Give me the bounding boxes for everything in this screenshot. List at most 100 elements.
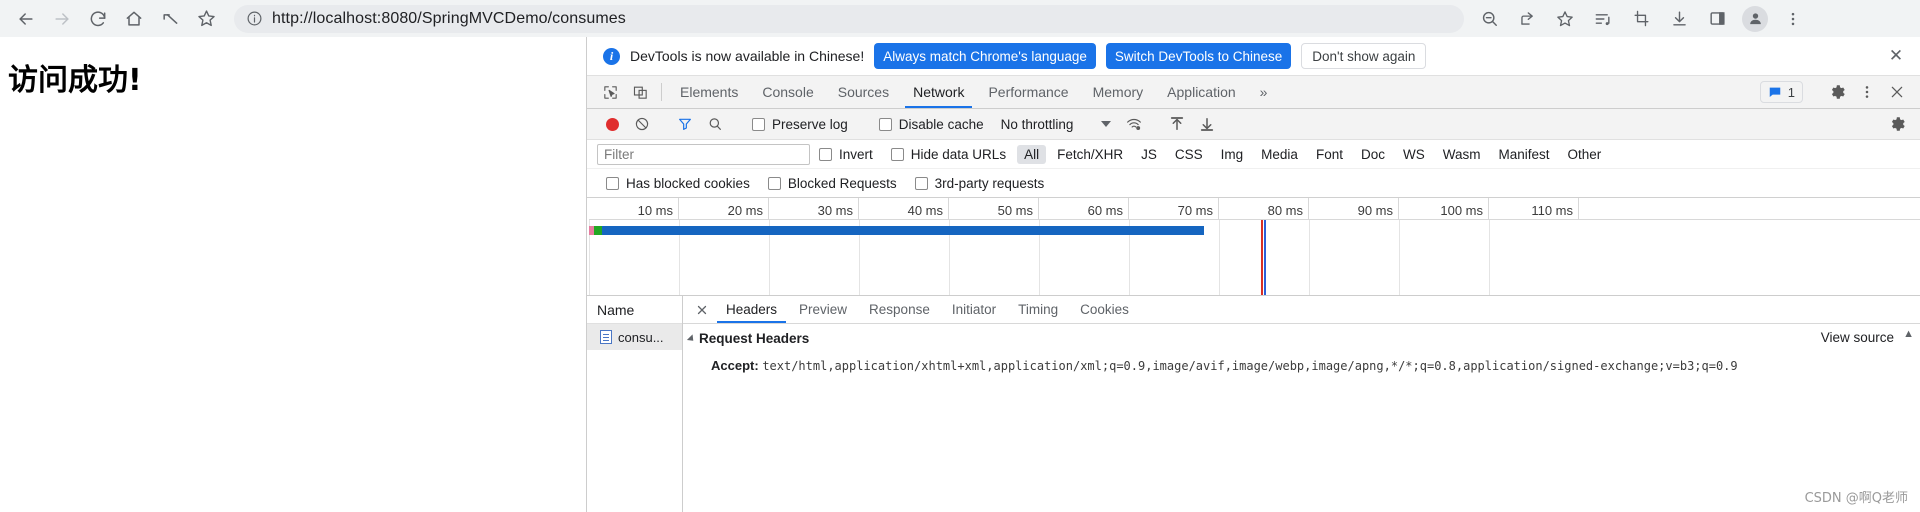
- filter-type-img[interactable]: Img: [1214, 145, 1251, 164]
- preserve-log-checkbox[interactable]: Preserve log: [743, 117, 857, 132]
- network-toolbar: Preserve log Disable cache No throttling: [587, 109, 1920, 140]
- detail-tab-label: Cookies: [1080, 302, 1129, 317]
- forward-button[interactable]: [44, 4, 80, 34]
- filter-input[interactable]: [597, 143, 810, 165]
- devtools-more-icon[interactable]: [1852, 84, 1882, 100]
- blocked-requests-checkbox[interactable]: Blocked Requests: [759, 176, 906, 191]
- address-bar[interactable]: http://localhost:8080/SpringMVCDemo/cons…: [234, 4, 1464, 33]
- detail-tab-initiator[interactable]: Initiator: [941, 296, 1007, 323]
- checkbox-box: [878, 117, 892, 131]
- disable-cache-label: Disable cache: [898, 116, 984, 132]
- always-match-language-button[interactable]: Always match Chrome's language: [874, 43, 1096, 69]
- toolbar-divider: [661, 83, 662, 101]
- profile-avatar[interactable]: [1736, 4, 1774, 34]
- third-party-requests-checkbox[interactable]: 3rd-party requests: [906, 176, 1054, 191]
- timeline-tick: 50 ms: [949, 198, 1039, 220]
- view-source-link[interactable]: View source: [1821, 330, 1894, 345]
- request-row-consumes[interactable]: consu...: [587, 324, 682, 350]
- bookmark-star-icon[interactable]: [1546, 4, 1584, 34]
- has-blocked-cookies-checkbox[interactable]: Has blocked cookies: [597, 176, 759, 191]
- chevron-down-icon[interactable]: [686, 333, 697, 344]
- tab-console[interactable]: Console: [750, 76, 825, 108]
- tab-label: Console: [762, 84, 814, 100]
- search-button[interactable]: [700, 116, 730, 132]
- checkbox-box: [752, 117, 765, 131]
- filter-type-media[interactable]: Media: [1254, 145, 1305, 164]
- hide-data-urls-checkbox[interactable]: Hide data URLs: [882, 147, 1015, 162]
- throttling-dropdown[interactable]: No throttling: [993, 117, 1120, 132]
- device-toolbar-icon[interactable]: [625, 76, 655, 108]
- tab-network[interactable]: Network: [901, 76, 976, 108]
- filter-type-doc[interactable]: Doc: [1354, 145, 1392, 164]
- tab-memory[interactable]: Memory: [1081, 76, 1156, 108]
- filter-button[interactable]: [670, 116, 700, 132]
- close-icon[interactable]: ✕: [1886, 46, 1906, 66]
- request-list-header[interactable]: Name: [587, 296, 682, 324]
- scroll-up-icon[interactable]: ▲: [1903, 328, 1914, 340]
- detail-tab-label: Timing: [1018, 302, 1059, 317]
- back-button[interactable]: [8, 4, 44, 34]
- filter-type-css[interactable]: CSS: [1168, 145, 1210, 164]
- import-har-icon[interactable]: [1162, 115, 1192, 133]
- blocked-requests-label: Blocked Requests: [787, 175, 897, 191]
- filter-type-ws[interactable]: WS: [1396, 145, 1432, 164]
- tab-sources[interactable]: Sources: [826, 76, 901, 108]
- detail-tab-label: Headers: [726, 302, 778, 317]
- disable-cache-checkbox[interactable]: Disable cache: [870, 117, 993, 132]
- timeline-tick: 80 ms: [1219, 198, 1309, 220]
- record-button[interactable]: [597, 117, 627, 131]
- tab-performance[interactable]: Performance: [976, 76, 1080, 108]
- switch-devtools-language-button[interactable]: Switch DevTools to Chinese: [1105, 43, 1292, 69]
- screen-capture-icon[interactable]: [1622, 4, 1660, 34]
- load-event-line: [1264, 220, 1266, 295]
- checkbox-box: [914, 176, 928, 190]
- chrome-menu-icon[interactable]: [1774, 4, 1812, 34]
- site-info-icon[interactable]: [246, 10, 263, 27]
- tick-label: 60 ms: [1087, 203, 1123, 218]
- wifi-settings-icon[interactable]: [1119, 115, 1149, 133]
- gear-icon[interactable]: [1822, 83, 1852, 101]
- tick-label: 90 ms: [1357, 203, 1393, 218]
- detail-tab-cookies[interactable]: Cookies: [1069, 296, 1140, 323]
- close-detail-icon[interactable]: [689, 296, 715, 323]
- message-icon: [1769, 87, 1781, 97]
- more-tabs-icon[interactable]: »: [1248, 76, 1280, 108]
- detail-tab-preview[interactable]: Preview: [788, 296, 858, 323]
- dom-content-loaded-line: [1261, 220, 1263, 295]
- invert-checkbox[interactable]: Invert: [810, 147, 882, 162]
- close-devtools-icon[interactable]: [1882, 84, 1912, 100]
- undo-arrow-icon[interactable]: [152, 4, 188, 34]
- tab-elements[interactable]: Elements: [668, 76, 750, 108]
- filter-type-all[interactable]: All: [1017, 144, 1047, 164]
- inspect-element-icon[interactable]: [595, 76, 625, 108]
- export-har-icon[interactable]: [1192, 115, 1222, 133]
- network-filter-bar-secondary: Has blocked cookies Blocked Requests 3rd…: [587, 169, 1920, 198]
- download-icon[interactable]: [1660, 4, 1698, 34]
- reload-button[interactable]: [80, 4, 116, 34]
- notification-message: DevTools is now available in Chinese!: [630, 48, 865, 64]
- tick-label: 20 ms: [727, 203, 763, 218]
- media-playlist-icon[interactable]: [1584, 4, 1622, 34]
- network-settings-gear-icon[interactable]: [1882, 115, 1912, 133]
- filter-type-js[interactable]: JS: [1134, 145, 1164, 164]
- clear-button[interactable]: [627, 116, 657, 132]
- detail-tab-headers[interactable]: Headers: [715, 296, 788, 323]
- detail-tab-timing[interactable]: Timing: [1007, 296, 1069, 323]
- filter-type-font[interactable]: Font: [1309, 145, 1350, 164]
- home-button[interactable]: [116, 4, 152, 34]
- console-message-badge[interactable]: 1: [1759, 81, 1803, 103]
- filter-type-wasm[interactable]: Wasm: [1436, 145, 1488, 164]
- tab-application[interactable]: Application: [1155, 76, 1248, 108]
- side-panel-icon[interactable]: [1698, 4, 1736, 34]
- filter-type-fetch-xhr[interactable]: Fetch/XHR: [1050, 145, 1130, 164]
- filter-type-manifest[interactable]: Manifest: [1491, 145, 1556, 164]
- bookmark-star-button[interactable]: [188, 4, 224, 34]
- request-headers-title[interactable]: Request Headers: [686, 331, 1920, 346]
- tab-label: Memory: [1092, 84, 1144, 100]
- share-icon[interactable]: [1508, 4, 1546, 34]
- zoom-out-icon[interactable]: [1470, 4, 1508, 34]
- dont-show-again-button[interactable]: Don't show again: [1301, 43, 1427, 69]
- filter-type-other[interactable]: Other: [1561, 145, 1609, 164]
- network-timeline-overview[interactable]: 10 ms 20 ms 30 ms 40 ms 50 ms 60 ms 70 m…: [587, 198, 1920, 295]
- detail-tab-response[interactable]: Response: [858, 296, 941, 323]
